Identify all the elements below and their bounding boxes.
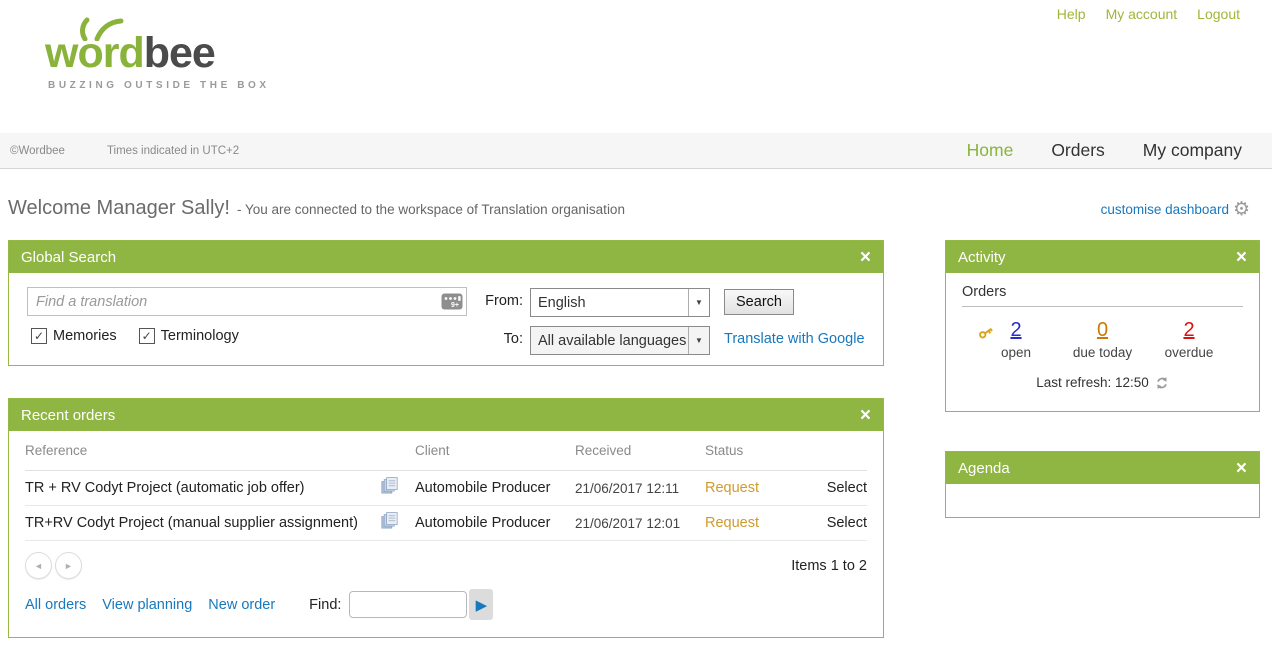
order-reference: TR+RV Codyt Project (manual supplier ass… (25, 515, 358, 531)
order-received: 21/06/2017 12:11 (575, 481, 705, 496)
play-icon: ▶ (476, 596, 488, 614)
gear-icon[interactable]: ⚙ (1233, 200, 1250, 219)
close-icon[interactable]: × (860, 248, 871, 267)
next-page-button[interactable]: ► (55, 552, 82, 579)
prev-page-button[interactable]: ◄ (25, 552, 52, 579)
arrow-right-icon: ► (64, 561, 73, 571)
view-planning-link[interactable]: View planning (102, 597, 192, 613)
wordbee-logo[interactable]: wordbee BUZZING OUTSIDE THE BOX (45, 16, 270, 91)
nav-item-orders[interactable]: Orders (1051, 140, 1104, 161)
check-icon: ✓ (142, 329, 152, 343)
documents-icon[interactable] (381, 477, 415, 499)
new-order-link[interactable]: New order (208, 597, 275, 613)
open-orders-count[interactable]: 2 (1010, 319, 1021, 341)
find-go-button[interactable]: ▶ (469, 589, 493, 620)
key-icon (978, 325, 994, 343)
order-client: Automobile Producer (415, 515, 550, 531)
logout-link[interactable]: Logout (1197, 6, 1240, 22)
global-search-header: Global Search × (9, 241, 883, 273)
topbar-links: Help My account Logout (1057, 6, 1240, 22)
customise-dashboard-link[interactable]: customise dashboard (1101, 202, 1229, 217)
overdue-count[interactable]: 2 (1183, 319, 1194, 341)
chevron-down-icon: ▼ (688, 327, 709, 354)
overdue-label: overdue (1149, 345, 1229, 360)
documents-icon[interactable] (381, 512, 415, 534)
due-today-count[interactable]: 0 (1097, 319, 1108, 341)
translation-search-field: 9+ (27, 287, 467, 316)
from-label: From: (477, 293, 523, 309)
arrow-left-icon: ◄ (34, 561, 43, 571)
items-count-label: Items 1 to 2 (791, 558, 867, 574)
close-icon[interactable]: × (1236, 248, 1247, 267)
col-received: Received (575, 443, 705, 458)
order-client: Automobile Producer (415, 480, 550, 496)
order-reference: TR + RV Codyt Project (automatic job off… (25, 480, 305, 496)
welcome-subtitle: - You are connected to the workspace of … (237, 202, 625, 217)
all-orders-link[interactable]: All orders (25, 597, 86, 613)
order-status: Request (705, 480, 795, 496)
agenda-header: Agenda × (946, 452, 1259, 484)
nav-item-home[interactable]: Home (967, 140, 1014, 161)
due-today-label: due today (1063, 345, 1143, 360)
recent-orders-header: Recent orders × (9, 399, 883, 431)
recent-orders-title: Recent orders (21, 407, 115, 424)
activity-header: Activity × (946, 241, 1259, 273)
activity-panel: Activity × Orders 2 open 0 due today 2 (945, 240, 1260, 412)
nav-item-my-company[interactable]: My company (1143, 140, 1242, 161)
order-received: 21/06/2017 12:01 (575, 516, 705, 531)
col-status: Status (705, 443, 795, 458)
refresh-icon[interactable] (1155, 376, 1169, 390)
translation-search-input[interactable] (28, 294, 441, 310)
logo-tagline: BUZZING OUTSIDE THE BOX (48, 80, 270, 91)
memories-label: Memories (53, 328, 117, 344)
logo-bee: bee (144, 29, 215, 77)
page-title: Welcome Manager Sally! (8, 197, 230, 220)
to-language-select[interactable]: All available languages ▼ (530, 326, 710, 355)
find-label: Find: (309, 597, 341, 613)
my-account-link[interactable]: My account (1106, 6, 1178, 22)
to-label: To: (477, 331, 523, 347)
from-language-select[interactable]: English ▼ (530, 288, 710, 317)
search-button[interactable]: Search (724, 289, 794, 315)
close-icon[interactable]: × (860, 406, 871, 425)
close-icon[interactable]: × (1236, 459, 1247, 478)
agenda-body (946, 484, 1259, 517)
table-row: TR + RV Codyt Project (automatic job off… (25, 471, 867, 506)
order-select-link[interactable]: Select (827, 480, 867, 496)
order-status: Request (705, 515, 795, 531)
activity-title: Activity (958, 249, 1006, 266)
agenda-title: Agenda (958, 460, 1010, 477)
global-search-title: Global Search (21, 249, 116, 266)
timezone-note: Times indicated in UTC+2 (107, 145, 239, 157)
recent-orders-panel: Recent orders × Reference Client Receive… (8, 398, 884, 638)
order-select-link[interactable]: Select (827, 515, 867, 531)
special-characters-icon[interactable]: 9+ (441, 293, 463, 310)
terminology-checkbox[interactable]: ✓ (139, 328, 155, 344)
last-refresh-label: Last refresh: 12:50 (1036, 375, 1149, 390)
svg-text:9+: 9+ (451, 302, 459, 309)
check-icon: ✓ (34, 329, 44, 343)
agenda-panel: Agenda × (945, 451, 1260, 518)
open-orders-label: open (976, 345, 1056, 360)
memories-checkbox[interactable]: ✓ (31, 328, 47, 344)
welcome-row: Welcome Manager Sally! - You are connect… (8, 197, 1250, 220)
table-row: TR+RV Codyt Project (manual supplier ass… (25, 506, 867, 541)
chevron-down-icon: ▼ (688, 289, 709, 316)
bee-antennae-icon (73, 15, 127, 41)
global-search-panel: Global Search × 9+ From: English ▼ Searc… (8, 240, 884, 366)
help-link[interactable]: Help (1057, 6, 1086, 22)
activity-section-label: Orders (962, 284, 1243, 307)
copyright-text: ©Wordbee (10, 145, 65, 157)
from-language-value: English (531, 295, 688, 311)
translate-with-google-link[interactable]: Translate with Google (724, 331, 865, 347)
col-client: Client (415, 443, 575, 458)
terminology-label: Terminology (161, 328, 239, 344)
to-language-value: All available languages (531, 333, 688, 349)
find-input[interactable] (349, 591, 467, 618)
orders-table: Reference Client Received Status TR + RV… (25, 431, 867, 541)
col-reference: Reference (25, 443, 381, 458)
nav-strip: ©Wordbee Times indicated in UTC+2 Home O… (0, 133, 1272, 169)
orders-table-header: Reference Client Received Status (25, 431, 867, 471)
